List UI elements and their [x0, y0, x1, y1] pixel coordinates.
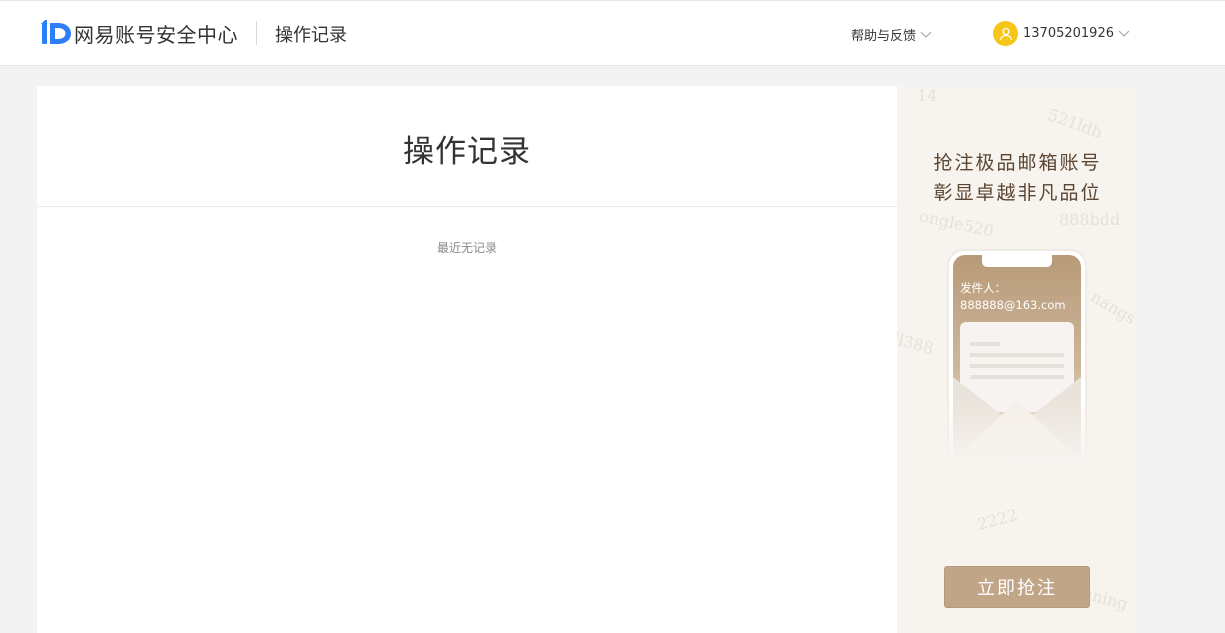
watermark-text: 2222 [975, 505, 1020, 534]
watermark-text: ongle520 [917, 206, 996, 241]
help-feedback-menu[interactable]: 帮助与反馈 [851, 25, 932, 44]
watermark-text: nangs [1087, 287, 1138, 328]
id-logo-icon [41, 20, 71, 44]
header-page-label: 操作记录 [275, 25, 347, 46]
top-navbar: 网易账号安全中心 操作记录 帮助与反馈 13705201926 [0, 0, 1225, 66]
chevron-down-icon [1118, 30, 1130, 37]
chevron-down-icon [920, 31, 932, 38]
empty-state-text: 最近无记录 [436, 241, 497, 255]
header-divider [256, 21, 257, 45]
watermark-text: ll388 [897, 329, 936, 358]
watermark-text: 521ldb [1045, 104, 1105, 143]
promo-line-1: 抢注极品邮箱账号 [933, 152, 1102, 174]
brand-logo[interactable]: 网易账号安全中心 [40, 20, 238, 47]
brand-text: 网易账号安全中心 [74, 22, 238, 47]
user-icon [999, 27, 1012, 40]
watermark-text: 14 [917, 86, 938, 105]
title-divider [37, 206, 897, 207]
promo-banner[interactable]: 14 521ldb ongle520 888bdd ll388 nangs 22… [897, 86, 1138, 633]
help-feedback-label: 帮助与反馈 [851, 29, 917, 44]
sender-email: 888888@163.com [960, 298, 1066, 312]
avatar [993, 21, 1018, 46]
sender-label: 发件人： [960, 281, 1006, 295]
watermark-text: 888bdd [1059, 210, 1121, 229]
page-title: 操作记录 [403, 134, 531, 170]
user-menu[interactable]: 13705201926 [993, 21, 1130, 46]
username: 13705201926 [1023, 26, 1114, 41]
register-now-button[interactable]: 立即抢注 [944, 566, 1090, 608]
promo-line-2: 彰显卓越非凡品位 [933, 182, 1102, 204]
main-panel: 操作记录 最近无记录 [37, 86, 897, 633]
